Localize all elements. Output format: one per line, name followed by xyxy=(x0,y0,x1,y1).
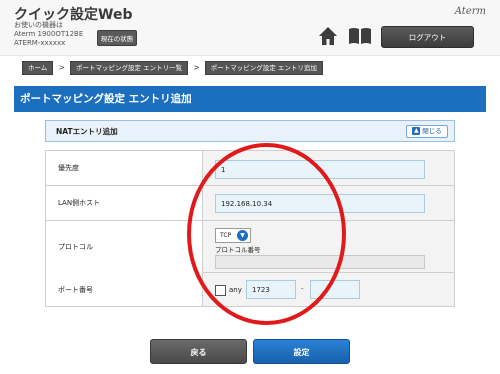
device-info: お使いの機器は Aterm 1900OT12BE ATERM-xxxxxx xyxy=(14,21,83,48)
form-row-port: ポート番号 any 1723 - xyxy=(45,273,455,307)
form-row-protocol: プロトコル TCP ▼ プロトコル番号 xyxy=(45,221,455,273)
breadcrumb-entry-list[interactable]: ポートマッピング設定 エントリ一覧 xyxy=(70,61,189,75)
protocol-cell: TCP ▼ プロトコル番号 xyxy=(203,221,454,272)
breadcrumb-home[interactable]: ホーム xyxy=(22,61,54,75)
status-button[interactable]: 現在の状態 xyxy=(97,30,137,46)
nat-entry-form: 優先度 1 LAN側ホスト 192.168.10.34 プロトコル TCP ▼ … xyxy=(45,150,455,307)
port-label: ポート番号 xyxy=(46,273,203,306)
port-from-input[interactable]: 1723 xyxy=(246,280,296,299)
lan-host-input[interactable]: 192.168.10.34 xyxy=(215,194,425,213)
priority-input[interactable]: 1 xyxy=(215,160,425,179)
port-cell: any 1723 - xyxy=(203,273,454,306)
submit-button[interactable]: 設定 xyxy=(253,339,350,364)
lan-host-label: LAN側ホスト xyxy=(46,186,203,220)
device-info-line-2: Aterm 1900OT12BE xyxy=(14,30,84,38)
section-title: NATエントリ追加 xyxy=(56,127,118,136)
priority-label: 優先度 xyxy=(46,151,203,185)
home-icon[interactable] xyxy=(318,26,338,46)
protocol-number-input[interactable] xyxy=(215,255,425,269)
book-icon[interactable] xyxy=(348,27,372,45)
close-section-button[interactable]: ▲ 閉じる xyxy=(406,125,448,138)
form-row-lan-host: LAN側ホスト 192.168.10.34 xyxy=(45,186,455,221)
section-header: NATエントリ追加 ▲ 閉じる xyxy=(45,120,455,142)
header-bar: クイック設定Web お使いの機器は Aterm 1900OT12BE ATERM… xyxy=(0,0,500,56)
form-row-priority: 優先度 1 xyxy=(45,151,455,186)
close-section-label: 閉じる xyxy=(422,127,442,135)
protocol-number-label: プロトコル番号 xyxy=(215,246,261,254)
breadcrumb-separator: > xyxy=(58,63,66,72)
protocol-selected-value: TCP xyxy=(220,232,232,239)
page-title: ポートマッピング設定 エントリ追加 xyxy=(14,86,486,112)
breadcrumb: ホーム > ポートマッピング設定 エントリ一覧 > ポートマッピング設定 エント… xyxy=(22,61,323,75)
port-to-input[interactable] xyxy=(310,280,360,299)
device-info-line-1: お使いの機器は xyxy=(14,21,63,29)
lan-host-cell: 192.168.10.34 xyxy=(203,186,454,220)
brand-logo: Aterm xyxy=(454,6,486,17)
breadcrumb-entry-add: ポートマッピング設定 エントリ追加 xyxy=(204,61,323,75)
logout-button[interactable]: ログアウト xyxy=(381,26,474,48)
device-info-line-3: ATERM-xxxxxx xyxy=(14,39,66,47)
any-checkbox[interactable] xyxy=(215,285,226,296)
breadcrumb-separator: > xyxy=(193,63,200,72)
port-range-separator: - xyxy=(301,285,304,293)
protocol-select[interactable]: TCP ▼ xyxy=(215,228,251,243)
any-label: any xyxy=(229,286,242,294)
protocol-label: プロトコル xyxy=(46,221,203,273)
chevron-up-icon: ▲ xyxy=(412,127,421,135)
back-button[interactable]: 戻る xyxy=(150,339,247,364)
priority-cell: 1 xyxy=(203,151,454,185)
chevron-down-icon: ▼ xyxy=(237,230,248,241)
